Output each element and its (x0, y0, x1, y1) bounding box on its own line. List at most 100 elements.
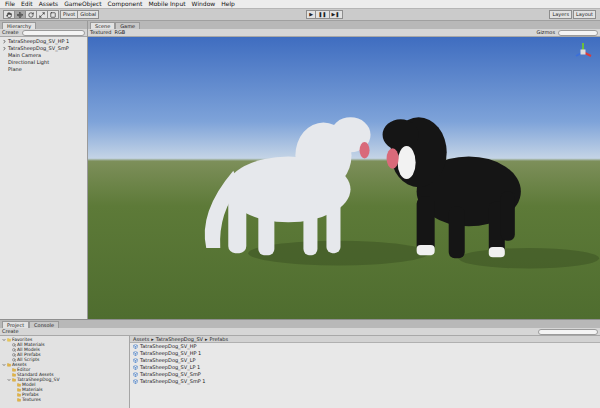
expand-icon (2, 46, 7, 51)
hand-icon (6, 12, 12, 18)
tab-bar: Hierarchy (0, 21, 87, 29)
expand-icon (7, 378, 11, 382)
tree-item[interactable]: Assets (0, 362, 129, 367)
expand-icon (2, 363, 6, 367)
scene-panel: SceneGame TexturedRGB Gizmos (88, 21, 600, 319)
menu-item[interactable]: File (2, 0, 18, 8)
folder-icon (17, 388, 21, 392)
file-item[interactable]: TatraSheepDog_SV_HP (130, 343, 600, 350)
file-item[interactable]: TatraSheepDog_SV_HP 1 (130, 350, 600, 357)
tree-item[interactable]: All Materials (0, 342, 129, 347)
tool-group (4, 10, 59, 19)
hierarchy-item[interactable]: Directional Light (0, 59, 87, 66)
search-icon (12, 348, 16, 352)
breadcrumb-separator: ▸ (151, 336, 154, 343)
expand-icon (2, 338, 6, 342)
project-search[interactable] (538, 329, 598, 335)
tree-item[interactable]: Standard Assets (0, 372, 129, 377)
scene-control[interactable]: RGB (114, 29, 125, 36)
file-item[interactable]: TatraSheepDog_SV_LP 1 (130, 364, 600, 371)
folder-icon (17, 398, 21, 402)
scene-control[interactable]: Textured (90, 29, 111, 36)
gizmos-button[interactable]: Gizmos (537, 29, 555, 36)
hierarchy-item[interactable]: Plane (0, 66, 87, 73)
create-button[interactable]: Create (2, 328, 19, 335)
scene-view[interactable] (88, 37, 600, 319)
layers-dropdown[interactable]: Layers (549, 10, 572, 19)
play-button[interactable]: ❚❚ (315, 10, 329, 19)
prefab-icon (133, 344, 138, 349)
folder-icon (7, 363, 11, 367)
hierarchy-tab[interactable]: Hierarchy (2, 22, 36, 29)
tree-item[interactable]: Textures (0, 397, 129, 402)
file-list: Assets▸TatraSheepDog_SV▸PrefabsTatraShee… (130, 336, 600, 408)
create-button[interactable]: Create (2, 29, 19, 36)
tree-item[interactable]: All Models (0, 347, 129, 352)
menu-item[interactable]: Assets (36, 0, 62, 8)
hierarchy-item[interactable]: TatraSheepDog_SV_HP 1 (0, 38, 87, 45)
prefab-icon (133, 358, 138, 363)
pivot-button[interactable]: Pivot (60, 10, 78, 19)
file-item[interactable]: TatraSheepDog_SV_SmP 1 (130, 378, 600, 385)
project-toolbar: Create (0, 328, 600, 336)
menu-item[interactable]: GameObject (61, 0, 104, 8)
menu-item[interactable]: Help (218, 0, 238, 8)
move-icon (17, 12, 23, 18)
prefab-icon (133, 351, 138, 356)
tree-item[interactable]: Materials (0, 387, 129, 392)
search-icon (12, 353, 16, 357)
folder-tree: FavoritesAll MaterialsAll ModelsAll Pref… (0, 336, 130, 408)
pivot-group: PivotGlobal (61, 10, 99, 19)
project-tab[interactable]: Project (2, 321, 29, 328)
tree-item[interactable]: Editor (0, 367, 129, 372)
play-button[interactable]: ▶❚ (329, 10, 343, 19)
hierarchy-toolbar: Create (0, 29, 87, 37)
axis-gizmo-icon (572, 41, 594, 63)
rotate-icon (28, 12, 34, 18)
menu-item[interactable]: Component (105, 0, 146, 8)
breadcrumb-item[interactable]: TatraSheepDog_SV (156, 336, 203, 343)
hierarchy-item[interactable]: Main Camera (0, 52, 87, 59)
menu-item[interactable]: Edit (18, 0, 36, 8)
file-item[interactable]: TatraSheepDog_SV_LP (130, 357, 600, 364)
play-controls: ▶❚❚▶❚ (307, 10, 342, 19)
scene-tab[interactable]: Game (115, 22, 140, 29)
menu-item[interactable]: Mobile Input (145, 0, 188, 8)
scene-search[interactable] (558, 30, 598, 36)
project-body: FavoritesAll MaterialsAll ModelsAll Pref… (0, 336, 600, 408)
breadcrumb: Assets▸TatraSheepDog_SV▸Prefabs (130, 336, 600, 343)
prefab-icon (133, 379, 138, 384)
expand-icon (2, 39, 7, 44)
folder-icon (12, 368, 16, 372)
tree-item[interactable]: Prefabs (0, 392, 129, 397)
favorites-icon (7, 338, 11, 342)
project-panel: ProjectConsoleCreateFavoritesAll Materia… (0, 319, 600, 408)
breadcrumb-item[interactable]: Prefabs (210, 336, 229, 343)
dogs-icon (88, 37, 600, 319)
search-field[interactable] (22, 30, 85, 36)
hierarchy-list: TatraSheepDog_SV_HP 1TatraSheepDog_SV_Sm… (0, 37, 87, 319)
folder-icon (12, 378, 16, 382)
hierarchy-panel: HierarchyCreateTatraSheepDog_SV_HP 1Tatr… (0, 21, 88, 319)
tree-item[interactable]: Favorites (0, 337, 129, 342)
tool-button[interactable] (47, 10, 59, 19)
project-tab[interactable]: Console (29, 321, 59, 328)
breadcrumb-separator: ▸ (205, 336, 208, 343)
hierarchy-item[interactable]: TatraSheepDog_SV_SmP (0, 45, 87, 52)
scene-toolbar: TexturedRGB Gizmos (88, 29, 600, 37)
file-item[interactable]: TatraSheepDog_SV_SmP (130, 371, 600, 378)
menu-bar: FileEditAssetsGameObjectComponentMobile … (0, 0, 600, 9)
search-icon (12, 358, 16, 362)
tree-item[interactable]: Model (0, 382, 129, 387)
folder-icon (12, 373, 16, 377)
space-button[interactable]: Global (77, 10, 99, 19)
breadcrumb-item[interactable]: Assets (133, 336, 149, 343)
rect-icon (50, 12, 56, 18)
scene-tab[interactable]: Scene (90, 22, 115, 29)
tree-item[interactable]: All Scripts (0, 357, 129, 362)
tree-item[interactable]: TatraSheepDog_SV (0, 377, 129, 382)
menu-item[interactable]: Window (189, 0, 219, 8)
prefab-icon (133, 372, 138, 377)
layout-dropdown[interactable]: Layout (573, 10, 596, 19)
tree-item[interactable]: All Prefabs (0, 352, 129, 357)
